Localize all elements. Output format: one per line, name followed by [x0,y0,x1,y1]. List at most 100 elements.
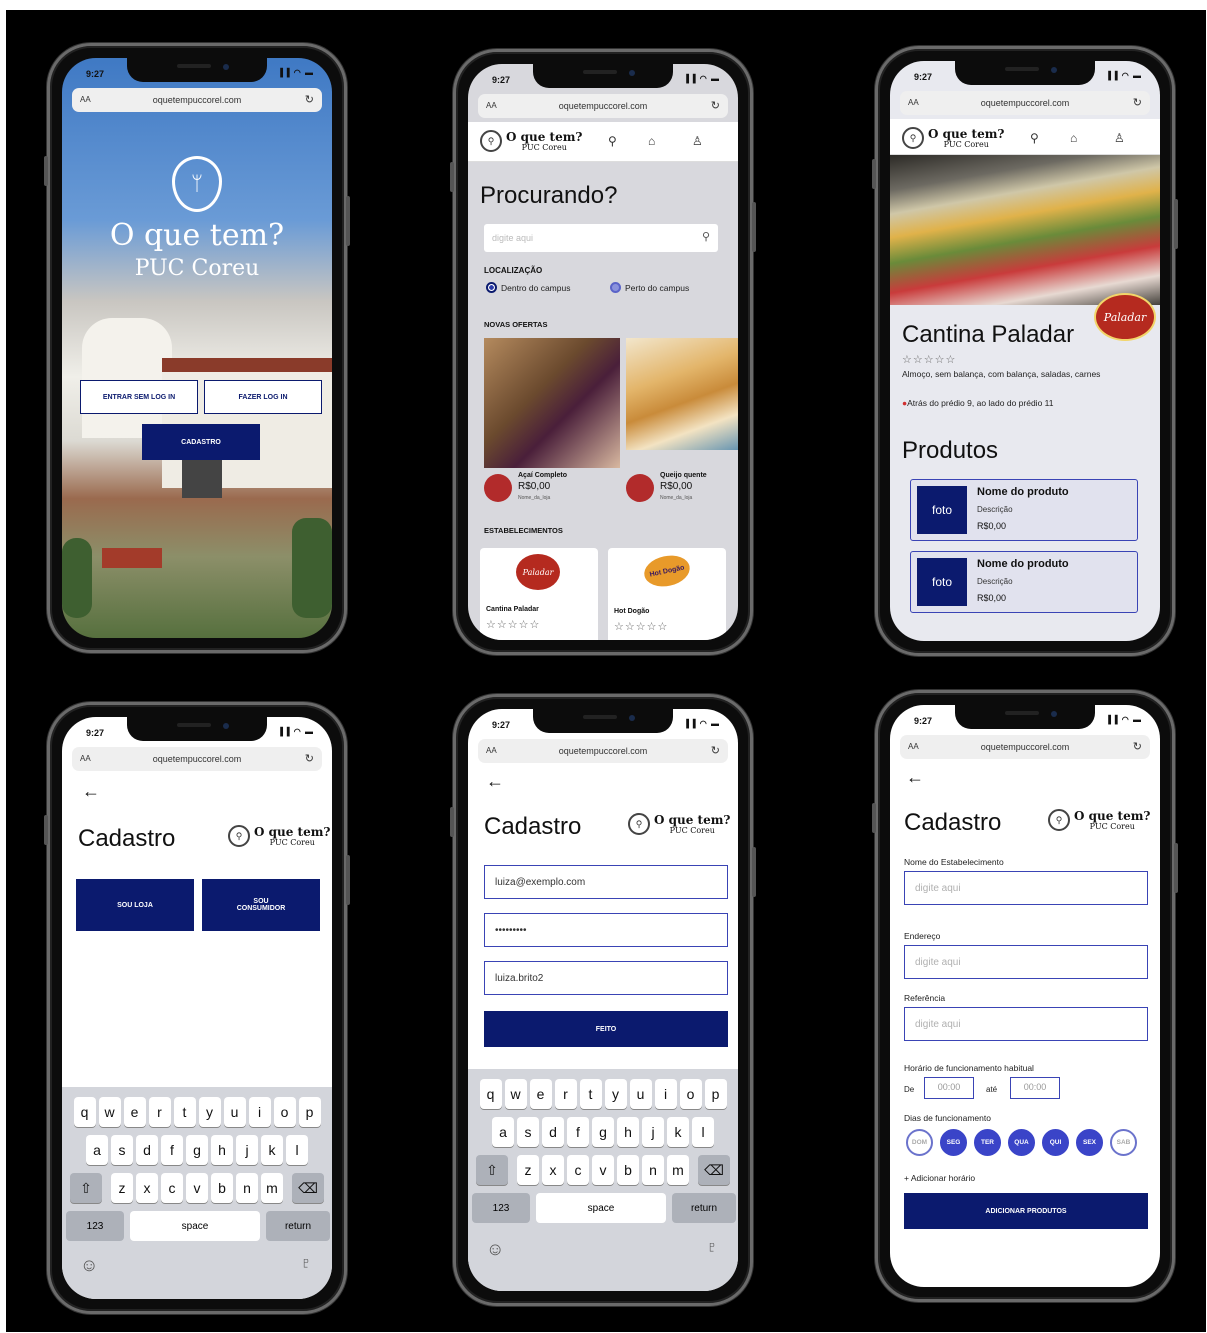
kb-numbers-key[interactable]: 123 [66,1211,124,1241]
place-card[interactable]: Hot Dogão Hot Dogão ☆☆☆☆☆ [608,548,726,640]
product-card[interactable]: foto Nome do produto Descrição R$0,00 [910,551,1138,613]
kb-key[interactable]: i [654,1079,677,1109]
kb-key[interactable]: r [554,1079,577,1109]
kb-key[interactable]: g [592,1117,614,1147]
kb-key[interactable]: r [148,1097,171,1127]
done-button[interactable]: FEITO [484,1011,728,1047]
back-arrow-icon[interactable]: ← [82,781,100,802]
kb-key[interactable]: u [223,1097,246,1127]
radio-near[interactable]: Perto do campus [610,282,689,293]
kb-key[interactable]: f [161,1135,183,1165]
kb-backspace-key[interactable]: ⌫ [292,1173,324,1203]
kb-key[interactable]: c [161,1173,183,1203]
product-card[interactable]: foto Nome do produto Descrição R$0,00 [910,479,1138,541]
kb-key[interactable]: k [667,1117,689,1147]
kb-key[interactable]: x [136,1173,158,1203]
kb-key[interactable]: z [111,1173,133,1203]
search-input[interactable]: digite aqui ⚲ [484,224,718,252]
kb-backspace-key[interactable]: ⌫ [698,1155,730,1185]
radio-inside[interactable]: Dentro do campus [486,282,570,293]
url-bar[interactable]: AA oquetempuccorel.com ↻ [478,739,728,763]
kb-key[interactable]: q [73,1097,96,1127]
mic-icon[interactable]: ♇ [300,1255,312,1273]
kb-key[interactable]: q [479,1079,502,1109]
search-icon[interactable]: ⚲ [608,134,617,148]
place-card[interactable]: Paladar Cantina Paladar ☆☆☆☆☆ [480,548,598,640]
kb-key[interactable]: n [236,1173,258,1203]
signup-button[interactable]: CADASTRO [142,424,260,460]
reload-icon[interactable]: ↻ [711,744,720,757]
kb-key[interactable]: a [492,1117,514,1147]
kb-key[interactable]: e [529,1079,552,1109]
kb-key[interactable]: n [642,1155,664,1185]
kb-key[interactable]: s [517,1117,539,1147]
kb-key[interactable]: t [173,1097,196,1127]
kb-key[interactable]: j [236,1135,258,1165]
kb-space-key[interactable]: space [130,1211,260,1241]
kb-key[interactable]: z [517,1155,539,1185]
username-field[interactable]: luiza.brito2 [484,961,728,995]
kb-numbers-key[interactable]: 123 [472,1193,530,1223]
url-bar[interactable]: AA oquetempuccorel.com ↻ [72,747,322,771]
kb-key[interactable]: s [111,1135,133,1165]
kb-key[interactable]: v [186,1173,208,1203]
emoji-icon[interactable]: ☺ [486,1239,504,1260]
kb-shift-key[interactable]: ⇧ [476,1155,508,1185]
kb-key[interactable]: x [542,1155,564,1185]
reload-icon[interactable]: ↻ [1133,96,1142,109]
kb-key[interactable]: m [261,1173,283,1203]
kb-key[interactable]: o [273,1097,296,1127]
day-chip[interactable]: TER [974,1129,1001,1156]
kb-key[interactable]: p [704,1079,727,1109]
user-icon[interactable]: ♙ [1114,131,1125,145]
home-icon[interactable]: ⌂ [648,134,655,148]
kb-key[interactable]: y [604,1079,627,1109]
reload-icon[interactable]: ↻ [711,99,720,112]
kb-key[interactable]: c [567,1155,589,1185]
reload-icon[interactable]: ↻ [305,93,314,106]
search-icon[interactable]: ⚲ [1030,131,1039,145]
kb-space-key[interactable]: space [536,1193,666,1223]
from-time-field[interactable]: 00:00 [924,1077,974,1099]
kb-key[interactable]: w [98,1097,121,1127]
kb-key[interactable]: l [286,1135,308,1165]
kb-return-key[interactable]: return [266,1211,330,1241]
kb-key[interactable]: v [592,1155,614,1185]
kb-key[interactable]: d [136,1135,158,1165]
mic-icon[interactable]: ♇ [706,1239,718,1257]
address-field[interactable]: digite aqui [904,945,1148,979]
kb-key[interactable]: y [198,1097,221,1127]
reference-field[interactable]: digite aqui [904,1007,1148,1041]
day-chip[interactable]: QUA [1008,1129,1035,1156]
kb-key[interactable]: p [298,1097,321,1127]
kb-key[interactable]: h [211,1135,233,1165]
day-chip[interactable]: SEX [1076,1129,1103,1156]
day-chip[interactable]: QUI [1042,1129,1069,1156]
email-field[interactable]: luiza@exemplo.com [484,865,728,899]
kb-key[interactable]: o [679,1079,702,1109]
url-bar[interactable]: AA oquetempuccorel.com ↻ [478,94,728,118]
kb-key[interactable]: e [123,1097,146,1127]
kb-key[interactable]: m [667,1155,689,1185]
reload-icon[interactable]: ↻ [305,752,314,765]
day-chip[interactable]: DOM [906,1129,933,1156]
login-button[interactable]: FAZER LOG IN [204,380,322,414]
store-signup-button[interactable]: SOU LOJA [76,879,194,931]
offer-card[interactable]: Açaí Completo R$0,00 Nome_da_loja [484,338,620,513]
url-bar[interactable]: AA oquetempuccorel.com ↻ [72,88,322,112]
kb-key[interactable]: f [567,1117,589,1147]
kb-key[interactable]: u [629,1079,652,1109]
brand-logo[interactable]: ⚲ O que tem? PUC Coreu [480,130,582,152]
kb-return-key[interactable]: return [672,1193,736,1223]
kb-key[interactable]: i [248,1097,271,1127]
consumer-signup-button[interactable]: SOU CONSUMIDOR [202,879,320,931]
day-chip[interactable]: SAB [1110,1129,1137,1156]
url-bar[interactable]: AA oquetempuccorel.com ↻ [900,91,1150,115]
kb-key[interactable]: g [186,1135,208,1165]
add-hours-link[interactable]: + Adicionar horário [904,1173,975,1183]
kb-key[interactable]: l [692,1117,714,1147]
enter-guest-button[interactable]: ENTRAR SEM LOG IN [80,380,198,414]
home-icon[interactable]: ⌂ [1070,131,1077,145]
kb-shift-key[interactable]: ⇧ [70,1173,102,1203]
to-time-field[interactable]: 00:00 [1010,1077,1060,1099]
